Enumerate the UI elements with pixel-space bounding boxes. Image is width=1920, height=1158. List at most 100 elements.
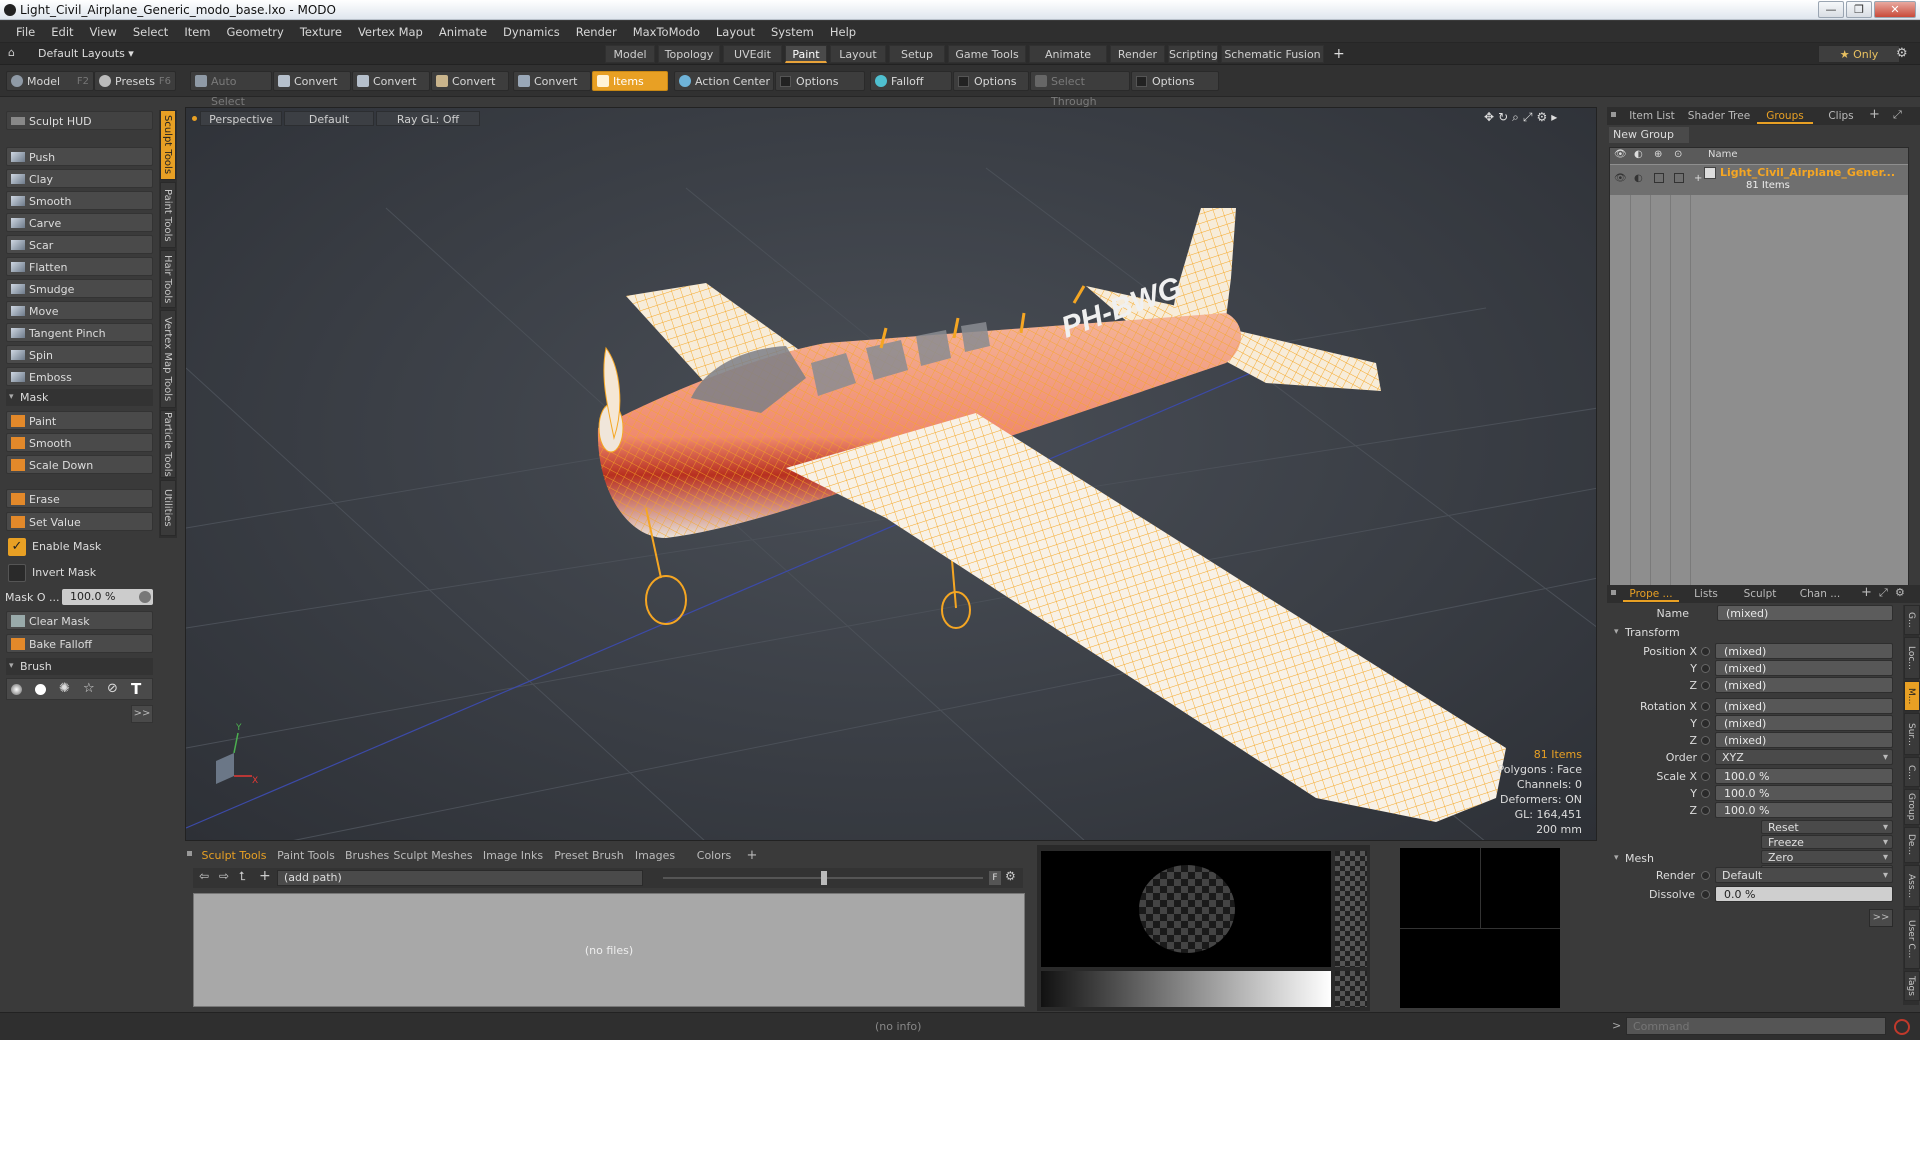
filter-button[interactable]: F [989, 871, 1001, 885]
vtab-utilities[interactable]: Utilities [160, 480, 176, 536]
layout-tab-schematic-fusion[interactable]: Schematic Fusion [1221, 45, 1324, 63]
group-visibility-icon[interactable]: 👁 [1614, 173, 1627, 184]
sculpt-tool-emboss[interactable]: Emboss [6, 367, 153, 386]
model-mode-button[interactable]: Model F2 [6, 71, 94, 91]
dissolve-channel-dot[interactable] [1701, 890, 1710, 899]
vtab-hair-tools[interactable]: Hair Tools [160, 250, 176, 308]
text-brush-icon[interactable]: T [131, 680, 141, 698]
presets-button[interactable]: Presets F6 [94, 71, 176, 91]
sculpt-tool-flatten[interactable]: Flatten [6, 257, 153, 276]
procedural-brush-icon[interactable]: ⊘ [107, 681, 118, 696]
menu-layout[interactable]: Layout [708, 21, 763, 43]
properties-settings-icon[interactable]: ⚙ [1895, 586, 1905, 599]
layout-tab-animate[interactable]: Animate [1029, 45, 1107, 63]
group-name[interactable]: Light_Civil_Airplane_Gener... [1720, 166, 1895, 179]
render-channel-dot[interactable] [1701, 871, 1710, 880]
convert-vertices-button[interactable]: Convert [273, 71, 351, 91]
mask-tool-scale-down[interactable]: Scale Down [6, 455, 153, 474]
sculpt-hud-button[interactable]: Sculpt HUD [6, 111, 153, 130]
transform-section-header[interactable]: ▾ Transform [1611, 625, 1893, 640]
groups-list[interactable]: 👁 ◐ ⊕ ⊙ Name 👁 ◐ + Light_Civil_Airplane_… [1609, 147, 1909, 588]
scale-x-channel-dot[interactable] [1701, 772, 1710, 781]
select-through-options-button[interactable]: Options [1131, 71, 1219, 91]
group-row[interactable]: 👁 ◐ + Light_Civil_Airplane_Gener... 81 I… [1610, 165, 1908, 195]
mask-section-header[interactable]: Mask [6, 389, 153, 406]
menu-help[interactable]: Help [822, 21, 864, 43]
minimize-button[interactable]: — [1818, 1, 1844, 18]
mask-opacity-field[interactable]: 100.0 % [62, 589, 153, 605]
rotation-x-channel-dot[interactable] [1701, 702, 1710, 711]
rotation-x-field[interactable]: (mixed) [1715, 698, 1893, 714]
back-arrow-icon[interactable]: ⇦ [199, 869, 209, 883]
property-tab-chan[interactable]: Chan ... [1791, 586, 1849, 602]
properties-expand-icon[interactable]: ⤢ [1879, 586, 1888, 600]
layout-home-icon[interactable]: ⌂ [8, 47, 20, 59]
browser-settings-icon[interactable]: ⚙ [1005, 869, 1016, 883]
layout-tab-game-tools[interactable]: Game Tools [948, 45, 1026, 63]
new-group-button[interactable]: New Group [1609, 127, 1689, 143]
convert-polygons-button[interactable]: Convert [431, 71, 509, 91]
vtab-sculpt-tools[interactable]: Sculpt Tools [160, 110, 176, 180]
layout-tab-scripting[interactable]: Scripting [1168, 45, 1218, 63]
side-tab-de[interactable]: De... [1904, 827, 1920, 863]
path-dropdown[interactable]: (add path) [277, 870, 643, 886]
position-y-channel-dot[interactable] [1701, 664, 1710, 673]
sculpt-tool-spin[interactable]: Spin [6, 345, 153, 364]
scale-z-field[interactable]: 100.0 % [1715, 802, 1893, 818]
sculpt-tool-move[interactable]: Move [6, 301, 153, 320]
expand-panel-icon[interactable]: ⤢ [1893, 108, 1902, 122]
sculpt-tool-smooth[interactable]: Smooth [6, 191, 153, 210]
scale-y-field[interactable]: 100.0 % [1715, 785, 1893, 801]
scale-x-field[interactable]: 100.0 % [1715, 768, 1893, 784]
layout-tab-topology[interactable]: Topology [658, 45, 720, 63]
side-tab-tags[interactable]: Tags [1904, 971, 1920, 1001]
default-layouts-dropdown[interactable]: Default Layouts ▾ [38, 46, 134, 62]
convert-edges-button[interactable]: Convert [352, 71, 430, 91]
position-z-field[interactable]: (mixed) [1715, 677, 1893, 693]
action-center-options-button[interactable]: Options [775, 71, 865, 91]
falloff-options-checkbox[interactable] [958, 76, 969, 87]
side-tab-g[interactable]: G... [1904, 605, 1920, 635]
file-browser-area[interactable]: (no files) [193, 893, 1025, 1007]
select-column-icon[interactable]: ⊙ [1674, 149, 1682, 160]
scene-canvas[interactable]: PH-BWG Y X [186, 108, 1597, 841]
action-center-button[interactable]: Action Center [674, 71, 774, 91]
add-layout-tab-button[interactable]: + [1333, 45, 1345, 63]
dissolve-field[interactable]: 0.0 % [1715, 886, 1893, 902]
menu-item[interactable]: Item [176, 21, 218, 43]
menu-select[interactable]: Select [125, 21, 176, 43]
clear-mask-button[interactable]: Clear Mask [6, 611, 153, 630]
erase-button[interactable]: Erase [6, 489, 153, 508]
convert-materials-button[interactable]: Convert [513, 71, 591, 91]
auto-select-button[interactable]: Auto Select [190, 71, 272, 108]
maximize-button[interactable]: ❐ [1846, 1, 1872, 18]
group-render-icon[interactable]: ◐ [1634, 173, 1643, 184]
panel-tab-item-list[interactable]: Item List [1623, 108, 1681, 124]
bottom-tab-paint-tools[interactable]: Paint Tools [273, 848, 339, 864]
falloff-button[interactable]: Falloff [870, 71, 952, 91]
property-tab-lists[interactable]: Lists [1683, 586, 1729, 602]
command-input[interactable] [1626, 1017, 1886, 1035]
rotation-z-channel-dot[interactable] [1701, 736, 1710, 745]
layout-tab-layout[interactable]: Layout [830, 45, 886, 63]
render-dropdown[interactable]: Default [1715, 867, 1893, 884]
select-through-button[interactable]: Select Through [1030, 71, 1130, 108]
menu-edit[interactable]: Edit [43, 21, 81, 43]
menu-maxtomodo[interactable]: MaxToModo [625, 21, 708, 43]
rotation-z-field[interactable]: (mixed) [1715, 732, 1893, 748]
bottom-panel-menu-dot[interactable] [187, 851, 192, 856]
property-tab-sculpt[interactable]: Sculpt [1733, 586, 1787, 602]
side-tab-ass[interactable]: Ass... [1904, 865, 1920, 907]
side-tab-user-c[interactable]: User C... [1904, 909, 1920, 969]
falloff-options-button[interactable]: Options [953, 71, 1029, 91]
reset-transform-dropdown[interactable]: Reset [1761, 820, 1893, 834]
position-x-channel-dot[interactable] [1701, 647, 1710, 656]
add-tab-button[interactable]: + [1869, 107, 1880, 122]
lock-column-icon[interactable]: ⊕ [1654, 149, 1662, 160]
menu-render[interactable]: Render [568, 21, 625, 43]
properties-more-button[interactable]: >> [1869, 909, 1893, 927]
bottom-tab-preset-brush[interactable]: Preset Brush [553, 848, 625, 864]
layout-tab-paint[interactable]: Paint [785, 45, 827, 63]
menu-view[interactable]: View [82, 21, 125, 43]
panel-tab-groups[interactable]: Groups [1757, 108, 1813, 124]
